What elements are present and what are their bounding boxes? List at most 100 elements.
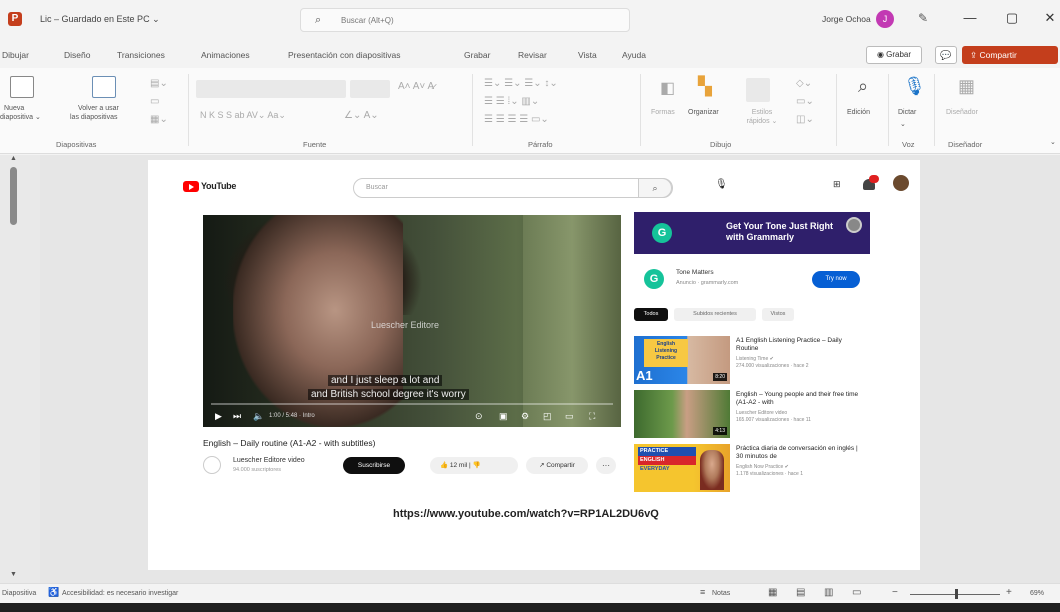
zoom-out-icon[interactable]: − (892, 587, 898, 598)
microphone-icon[interactable]: 🎙 (903, 76, 926, 97)
thumb-caption-line: Listening (654, 348, 678, 354)
recommendation-title: English – Young people and their free ti… (736, 391, 859, 406)
zoom-in-icon[interactable]: + (1006, 587, 1012, 598)
slide-thumbnail-pane[interactable]: ▲ ▼ (0, 155, 40, 583)
youtube-logo: YouTube (183, 180, 243, 194)
font-size-buttons[interactable]: A˄ A˅ A̷ (398, 81, 434, 92)
arrange-label[interactable]: Organizar (688, 108, 719, 117)
new-slide-label-1[interactable]: Nueva (4, 104, 24, 113)
scrollbar-thumb[interactable] (10, 167, 17, 225)
record-label: Grabar (886, 50, 912, 59)
share-button[interactable]: ⇪ Compartir (962, 46, 1058, 64)
video-frame-curtain (523, 215, 621, 427)
minimize-button[interactable]: — (960, 10, 980, 25)
zoom-level[interactable]: 69% (1030, 590, 1044, 597)
new-slide-icon[interactable] (10, 76, 34, 98)
reuse-slides-label-2[interactable]: las diapositivas (70, 113, 117, 122)
font-format-buttons[interactable]: N K S S ab AV⌄ Aa⌄ (200, 110, 286, 121)
captions-icon: ▣ (499, 411, 508, 421)
tab-transitions[interactable]: Transiciones (117, 50, 165, 60)
shape-outline-icon[interactable]: ▭⌄ (796, 96, 814, 107)
thumb-caption-line: Practice (656, 355, 676, 361)
zoom-slider-thumb[interactable] (955, 589, 958, 599)
scroll-up-icon[interactable]: ▲ (10, 155, 17, 162)
reading-view-icon[interactable]: ▥ (824, 587, 833, 598)
ribbon-divider (888, 74, 889, 146)
scroll-down-icon[interactable]: ▼ (10, 571, 17, 578)
tab-help[interactable]: Ayuda (622, 50, 646, 60)
pen-icon[interactable]: ✎ (918, 11, 928, 25)
tab-review[interactable]: Revisar (518, 50, 547, 60)
shapes-icon[interactable]: ◧ (660, 78, 675, 98)
thumb-person (700, 450, 724, 490)
normal-view-icon[interactable]: ▦ (768, 587, 777, 598)
settings-gear-icon: ⚙ (521, 411, 530, 421)
arrange-icon[interactable]: ▚ (698, 76, 712, 97)
tab-design[interactable]: Diseño (64, 50, 90, 60)
reuse-slides-label-1[interactable]: Volver a usar (78, 104, 119, 113)
close-button[interactable]: ✕ (1040, 10, 1060, 26)
recommendation-duration: 8:20 (713, 373, 727, 381)
subscribe-button: Suscribirse (343, 457, 405, 474)
tab-draw[interactable]: Dibujar (2, 50, 29, 60)
thumb-caption: English Listening Practice (644, 339, 688, 367)
font-name-select[interactable] (196, 80, 346, 98)
reset-icon[interactable]: ▭ (150, 96, 159, 107)
tab-slideshow[interactable]: Presentación con diapositivas (288, 50, 400, 60)
theater-icon: ▭ (565, 411, 574, 421)
indent-buttons[interactable]: ☰ ☰ ⁞⌄ ▥⌄ (484, 96, 539, 107)
quick-styles-label[interactable]: Estilos rápidos ⌄ (742, 108, 782, 126)
section-icon[interactable]: ▦⌄ (150, 114, 168, 125)
recommendation-title: A1 English Listening Practice – Daily Ro… (736, 337, 842, 352)
accessibility-icon[interactable]: ♿ (48, 587, 59, 598)
font-color-buttons[interactable]: ∠⌄ A⌄ (344, 110, 379, 121)
accessibility-status[interactable]: Accesibilidad: es necesario investigar (62, 590, 178, 597)
record-button[interactable]: ◉ Grabar (866, 46, 922, 64)
slideshow-view-icon[interactable]: ▭ (852, 587, 861, 598)
shapes-label[interactable]: Formas (651, 108, 675, 117)
youtube-play-icon (183, 181, 199, 192)
notes-icon[interactable]: ≡ (700, 587, 705, 597)
designer-icon[interactable]: ▦ (958, 76, 975, 97)
collapse-ribbon-icon[interactable]: ⌄ (1050, 138, 1056, 147)
ribbon-divider (472, 74, 473, 146)
dictate-chevron-icon[interactable]: ⌄ (900, 120, 906, 129)
avatar[interactable]: J (876, 10, 894, 28)
comments-button[interactable]: 💬 (935, 46, 957, 64)
tab-record[interactable]: Grabar (464, 50, 490, 60)
layout-icon[interactable]: ▤⌄ (150, 78, 168, 89)
slide-url-text[interactable]: https://www.youtube.com/watch?v=RP1AL2DU… (393, 508, 659, 520)
ad-card: G Tone Matters Anuncio · grammarly.com T… (634, 260, 870, 300)
slide[interactable]: YouTube Buscar ⌕ 🎙 ⊞ Luescher Editore an… (148, 160, 920, 570)
search-input[interactable]: ⌕ Buscar (Alt+Q) (300, 8, 630, 32)
volume-icon: 🔈 (253, 411, 265, 421)
document-title[interactable]: Lic – Guardado en Este PC ⌄ (40, 14, 160, 25)
video-subtitle-line-1: and I just sleep a lot and (328, 375, 443, 386)
list-buttons[interactable]: ☰⌄ ☰⌄ ☰⌄ ↕⌄ (484, 78, 558, 89)
miniplayer-icon: ◰ (543, 411, 552, 421)
ad-banner-text: Get Your Tone Just Right with Grammarly (726, 221, 833, 243)
align-buttons[interactable]: ☰ ☰ ☰ ☰ ▭⌄ (484, 114, 549, 125)
designer-label[interactable]: Diseñador (946, 108, 978, 117)
find-icon[interactable]: ⌕ (858, 76, 868, 97)
notes-button[interactable]: Notas (712, 590, 730, 597)
recommendation-views: 165.007 visualizaciones · hace 11 (736, 417, 811, 423)
edit-label[interactable]: Edición (847, 108, 870, 117)
tab-view[interactable]: Vista (578, 50, 597, 60)
user-name[interactable]: Jorge Ochoa (822, 14, 871, 24)
font-size-select[interactable] (350, 80, 390, 98)
shape-fill-icon[interactable]: ◇⌄ (796, 78, 812, 89)
ribbon-divider (934, 74, 935, 146)
shape-effects-icon[interactable]: ◫⌄ (796, 114, 814, 125)
tab-animations[interactable]: Animaciones (201, 50, 250, 60)
maximize-button[interactable]: ▢ (1002, 10, 1022, 26)
dictate-label[interactable]: Dictar (898, 108, 916, 117)
reuse-slides-icon[interactable] (92, 76, 116, 98)
slide-sorter-icon[interactable]: ▤ (796, 587, 805, 598)
youtube-search-placeholder: Buscar (366, 184, 388, 191)
recommendation-meta: Listening Time ✔ 274.000 visualizaciones… (736, 356, 866, 370)
group-label-designer: Diseñador (948, 140, 983, 149)
quick-styles-icon[interactable] (746, 78, 770, 102)
slide-indicator[interactable]: Diapositiva (2, 590, 36, 597)
new-slide-label-2[interactable]: diapositiva ⌄ (0, 113, 41, 122)
